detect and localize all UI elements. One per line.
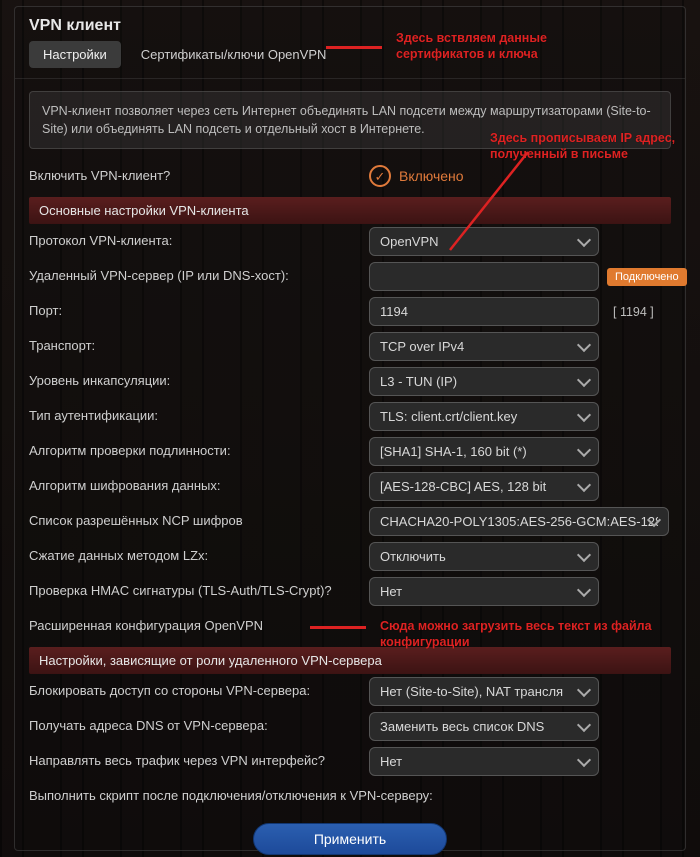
tls-label: Проверка HMAC сигнатуры (TLS-Auth/TLS-Cr… xyxy=(29,583,359,600)
page-title: VPN клиент xyxy=(15,7,685,41)
ncp-label: Список разрешённых NCP шифров xyxy=(29,513,359,530)
hmac-algo-select[interactable]: [SHA1] SHA-1, 160 bit (*) xyxy=(369,437,599,466)
enable-status: Включено xyxy=(399,168,464,184)
auth-label: Тип аутентификации: xyxy=(29,408,359,425)
lz-select[interactable]: Отключить xyxy=(369,542,599,571)
tab-settings[interactable]: Настройки xyxy=(29,41,121,68)
ncp-select[interactable]: CHACHA20-POLY1305:AES-256-GCM:AES-128- xyxy=(369,507,669,536)
route-label: Направлять весь трафик через VPN интерфе… xyxy=(29,753,359,770)
section-role: Настройки, зависящие от роли удаленного … xyxy=(29,647,671,674)
auth-select[interactable]: TLS: client.crt/client.key xyxy=(369,402,599,431)
protocol-select[interactable]: OpenVPN xyxy=(369,227,599,256)
tab-bar: Настройки Сертификаты/ключи OpenVPN xyxy=(15,41,685,79)
port-input[interactable] xyxy=(369,297,599,326)
route-select[interactable]: Нет xyxy=(369,747,599,776)
apply-button[interactable]: Применить xyxy=(253,823,447,855)
dns-select[interactable]: Заменить весь список DNS xyxy=(369,712,599,741)
check-icon xyxy=(369,165,391,187)
lz-label: Сжатие данных методом LZx: xyxy=(29,548,359,565)
encap-select[interactable]: L3 - TUN (IP) xyxy=(369,367,599,396)
server-input[interactable] xyxy=(369,262,599,291)
server-label: Удаленный VPN-сервер (IP или DNS-хост): xyxy=(29,268,359,285)
tab-certs[interactable]: Сертификаты/ключи OpenVPN xyxy=(127,41,341,68)
transport-label: Транспорт: xyxy=(29,338,359,355)
cipher-select[interactable]: [AES-128-CBC] AES, 128 bit xyxy=(369,472,599,501)
dns-label: Получать адреса DNS от VPN-сервера: xyxy=(29,718,359,735)
port-hint: [ 1194 ] xyxy=(613,305,654,319)
block-label: Блокировать доступ со стороны VPN-сервер… xyxy=(29,683,359,700)
enable-toggle[interactable]: Включено xyxy=(369,165,464,187)
enable-label: Включить VPN-клиент? xyxy=(29,168,359,185)
connected-badge: Подключено xyxy=(607,268,687,286)
vpn-client-panel: VPN клиент Настройки Сертификаты/ключи O… xyxy=(14,6,686,851)
encap-label: Уровень инкапсуляции: xyxy=(29,373,359,390)
extcfg-label: Расширенная конфигурация OpenVPN xyxy=(29,618,359,635)
block-select[interactable]: Нет (Site-to-Site), NAT трансля xyxy=(369,677,599,706)
script-label: Выполнить скрипт после подключения/отклю… xyxy=(29,788,671,805)
section-main: Основные настройки VPN-клиента xyxy=(29,197,671,224)
page-description: VPN-клиент позволяет через сеть Интернет… xyxy=(29,91,671,149)
tls-select[interactable]: Нет xyxy=(369,577,599,606)
protocol-label: Протокол VPN-клиента: xyxy=(29,233,359,250)
hmac-algo-label: Алгоритм проверки подлинности: xyxy=(29,443,359,460)
port-label: Порт: xyxy=(29,303,359,320)
cipher-label: Алгоритм шифрования данных: xyxy=(29,478,359,495)
transport-select[interactable]: TCP over IPv4 xyxy=(369,332,599,361)
